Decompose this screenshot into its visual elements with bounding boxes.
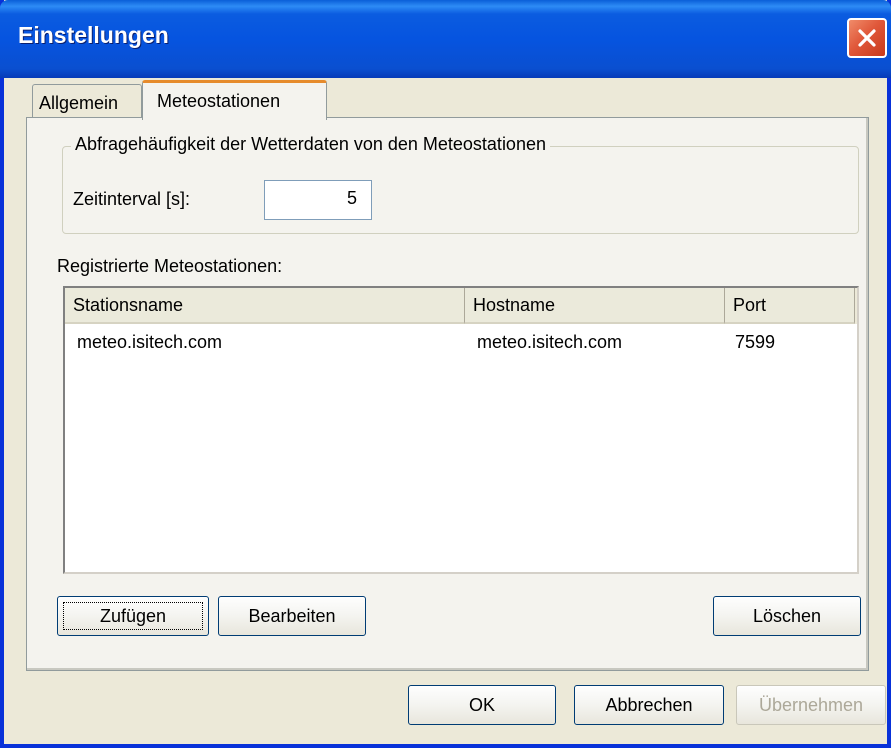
title-bar[interactable]: Einstellungen — [0, 0, 891, 78]
delete-button[interactable]: Löschen — [713, 596, 861, 636]
edit-button-label: Bearbeiten — [248, 606, 336, 626]
column-header-hostname[interactable]: Hostname — [465, 288, 725, 324]
apply-button-label: Übernehmen — [758, 695, 864, 715]
settings-dialog: Einstellungen Allgemein Meteostationen A… — [0, 0, 891, 748]
cell-stationsname: meteo.isitech.com — [77, 332, 223, 352]
cell-hostname: meteo.isitech.com — [477, 332, 623, 352]
list-header: Stationsname Hostname Port — [65, 288, 857, 324]
polling-groupbox: Abfragehäufigkeit der Wetterdaten von de… — [62, 134, 859, 234]
column-label: Stationsname — [73, 295, 184, 315]
tab-panel: Abfragehäufigkeit der Wetterdaten von de… — [26, 117, 869, 671]
cancel-button[interactable]: Abbrechen — [574, 685, 724, 725]
tab-label: Allgemein — [39, 93, 119, 113]
column-header-stationsname[interactable]: Stationsname — [65, 288, 465, 324]
focus-rectangle — [63, 602, 203, 630]
tab-label: Meteostationen — [157, 91, 281, 111]
ok-button[interactable]: OK — [408, 685, 556, 725]
close-button[interactable] — [847, 18, 887, 58]
interval-input[interactable]: 5 — [264, 180, 372, 220]
apply-button[interactable]: Übernehmen — [736, 685, 886, 725]
stations-list[interactable]: Stationsname Hostname Port meteo.isitech… — [63, 286, 859, 574]
column-label: Port — [733, 295, 767, 315]
tab-allgemein[interactable]: Allgemein — [32, 84, 142, 120]
column-label: Hostname — [473, 295, 556, 315]
ok-button-label: OK — [468, 695, 495, 715]
edit-button[interactable]: Bearbeiten — [218, 596, 366, 636]
cancel-button-label: Abbrechen — [605, 695, 693, 715]
close-icon — [858, 29, 876, 47]
add-button[interactable]: Zufügen — [57, 596, 209, 636]
delete-button-label: Löschen — [752, 606, 822, 626]
interval-label: Zeitinterval [s]: — [73, 189, 191, 209]
window-title: Einstellungen — [18, 22, 169, 48]
groupbox-title: Abfragehäufigkeit der Wetterdaten von de… — [71, 134, 550, 155]
column-header-port[interactable]: Port — [725, 288, 855, 324]
table-row[interactable]: meteo.isitech.com meteo.isitech.com 7599 — [65, 328, 857, 354]
registered-stations-label: Registrierte Meteostationen: — [57, 256, 283, 276]
tab-meteostationen[interactable]: Meteostationen — [142, 80, 327, 120]
cell-port: 7599 — [735, 332, 776, 352]
